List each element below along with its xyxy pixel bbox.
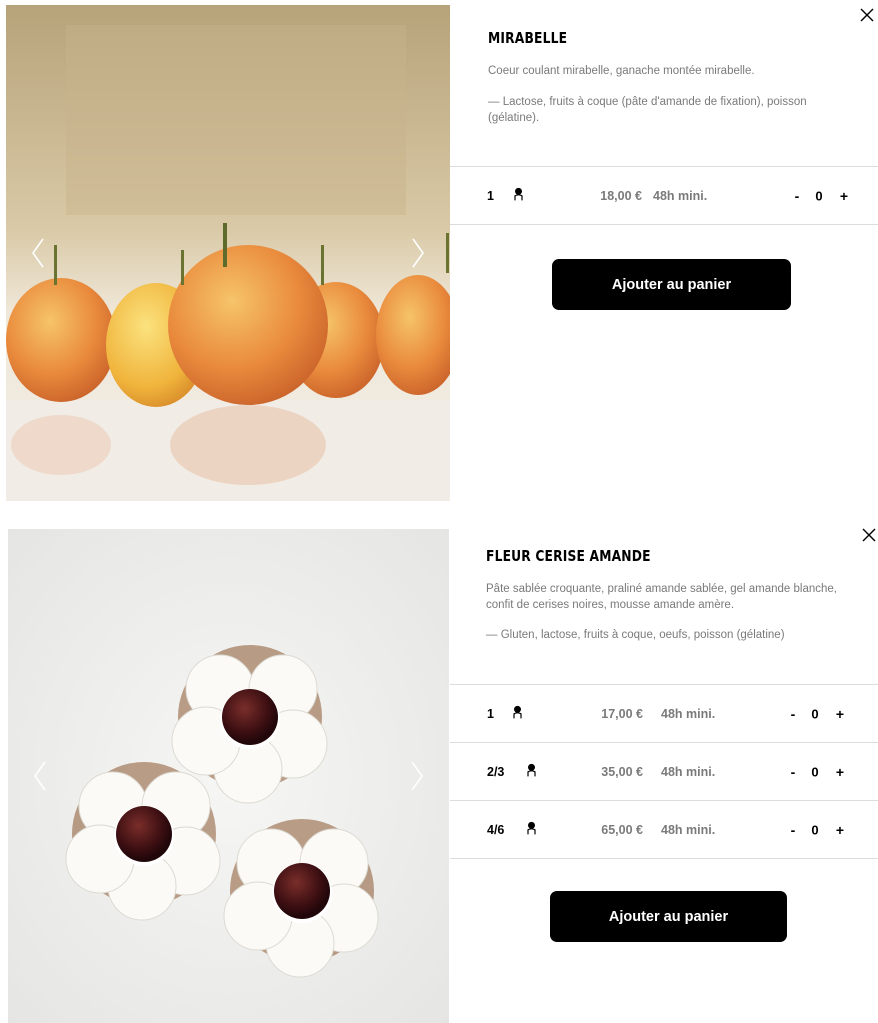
product-modal-fleur-cerise-amande: FLEUR CERISE AMANDE Pâte sablée croquant… bbox=[0, 522, 878, 1023]
decrement-button[interactable]: - bbox=[786, 764, 800, 780]
product-allergens: — Gluten, lactose, fruits à coque, oeufs… bbox=[486, 629, 785, 641]
price: 65,00 € bbox=[601, 822, 643, 837]
person-icon bbox=[526, 763, 537, 777]
product-title: MIRABELLE bbox=[488, 29, 568, 47]
price: 35,00 € bbox=[601, 764, 643, 779]
product-info: FLEUR CERISE AMANDE Pâte sablée croquant… bbox=[450, 522, 878, 1023]
size-option-row: 1 18,00 € 48h mini. - 0 + bbox=[450, 167, 878, 225]
lead-time: 48h mini. bbox=[653, 188, 708, 203]
chevron-right-icon[interactable] bbox=[403, 756, 431, 796]
increment-button[interactable]: + bbox=[833, 706, 847, 722]
size-label: 1 bbox=[487, 188, 494, 203]
quantity-value: 0 bbox=[815, 188, 823, 203]
decrement-button[interactable]: - bbox=[786, 706, 800, 722]
quantity-value: 0 bbox=[811, 822, 819, 837]
lead-time: 48h mini. bbox=[661, 822, 716, 837]
product-title: FLEUR CERISE AMANDE bbox=[486, 547, 651, 565]
chevron-right-icon[interactable] bbox=[404, 233, 432, 273]
size-options: 1 17,00 € 48h mini. - 0 + 2/3 35,00 € 48… bbox=[450, 684, 878, 859]
product-image-gallery bbox=[6, 5, 450, 501]
decrement-button[interactable]: - bbox=[790, 188, 804, 204]
product-allergens: — Lactose, fruits à coque (pâte d'amande… bbox=[488, 96, 807, 124]
size-label: 1 bbox=[487, 706, 494, 721]
product-photo bbox=[6, 5, 450, 501]
product-image-gallery bbox=[8, 529, 449, 1023]
product-photo bbox=[8, 529, 449, 1023]
lead-time: 48h mini. bbox=[661, 764, 716, 779]
product-description: Pâte sablée croquante, praliné amande sa… bbox=[486, 583, 837, 611]
size-label: 4/6 bbox=[487, 822, 505, 837]
increment-button[interactable]: + bbox=[837, 188, 851, 204]
quantity-value: 0 bbox=[811, 764, 819, 779]
product-modal-mirabelle: MIRABELLE Coeur coulant mirabelle, ganac… bbox=[0, 0, 878, 505]
increment-button[interactable]: + bbox=[833, 764, 847, 780]
person-icon bbox=[526, 821, 537, 835]
chevron-left-icon[interactable] bbox=[26, 756, 54, 796]
quantity-value: 0 bbox=[811, 706, 819, 721]
size-options: 1 18,00 € 48h mini. - 0 + bbox=[450, 166, 878, 225]
size-option-row: 4/6 65,00 € 48h mini. - 0 + bbox=[450, 801, 878, 859]
lead-time: 48h mini. bbox=[661, 706, 716, 721]
price: 18,00 € bbox=[600, 188, 642, 203]
price: 17,00 € bbox=[601, 706, 643, 721]
size-label: 2/3 bbox=[487, 764, 505, 779]
add-to-cart-button[interactable]: Ajouter au panier bbox=[550, 891, 787, 942]
increment-button[interactable]: + bbox=[833, 822, 847, 838]
person-icon bbox=[512, 705, 523, 719]
size-option-row: 2/3 35,00 € 48h mini. - 0 + bbox=[450, 743, 878, 801]
decrement-button[interactable]: - bbox=[786, 822, 800, 838]
size-option-row: 1 17,00 € 48h mini. - 0 + bbox=[450, 685, 878, 743]
chevron-left-icon[interactable] bbox=[24, 233, 52, 273]
product-description: Coeur coulant mirabelle, ganache montée … bbox=[488, 65, 755, 77]
add-to-cart-button[interactable]: Ajouter au panier bbox=[552, 259, 791, 310]
person-icon bbox=[513, 187, 524, 201]
product-info: MIRABELLE Coeur coulant mirabelle, ganac… bbox=[450, 0, 878, 505]
